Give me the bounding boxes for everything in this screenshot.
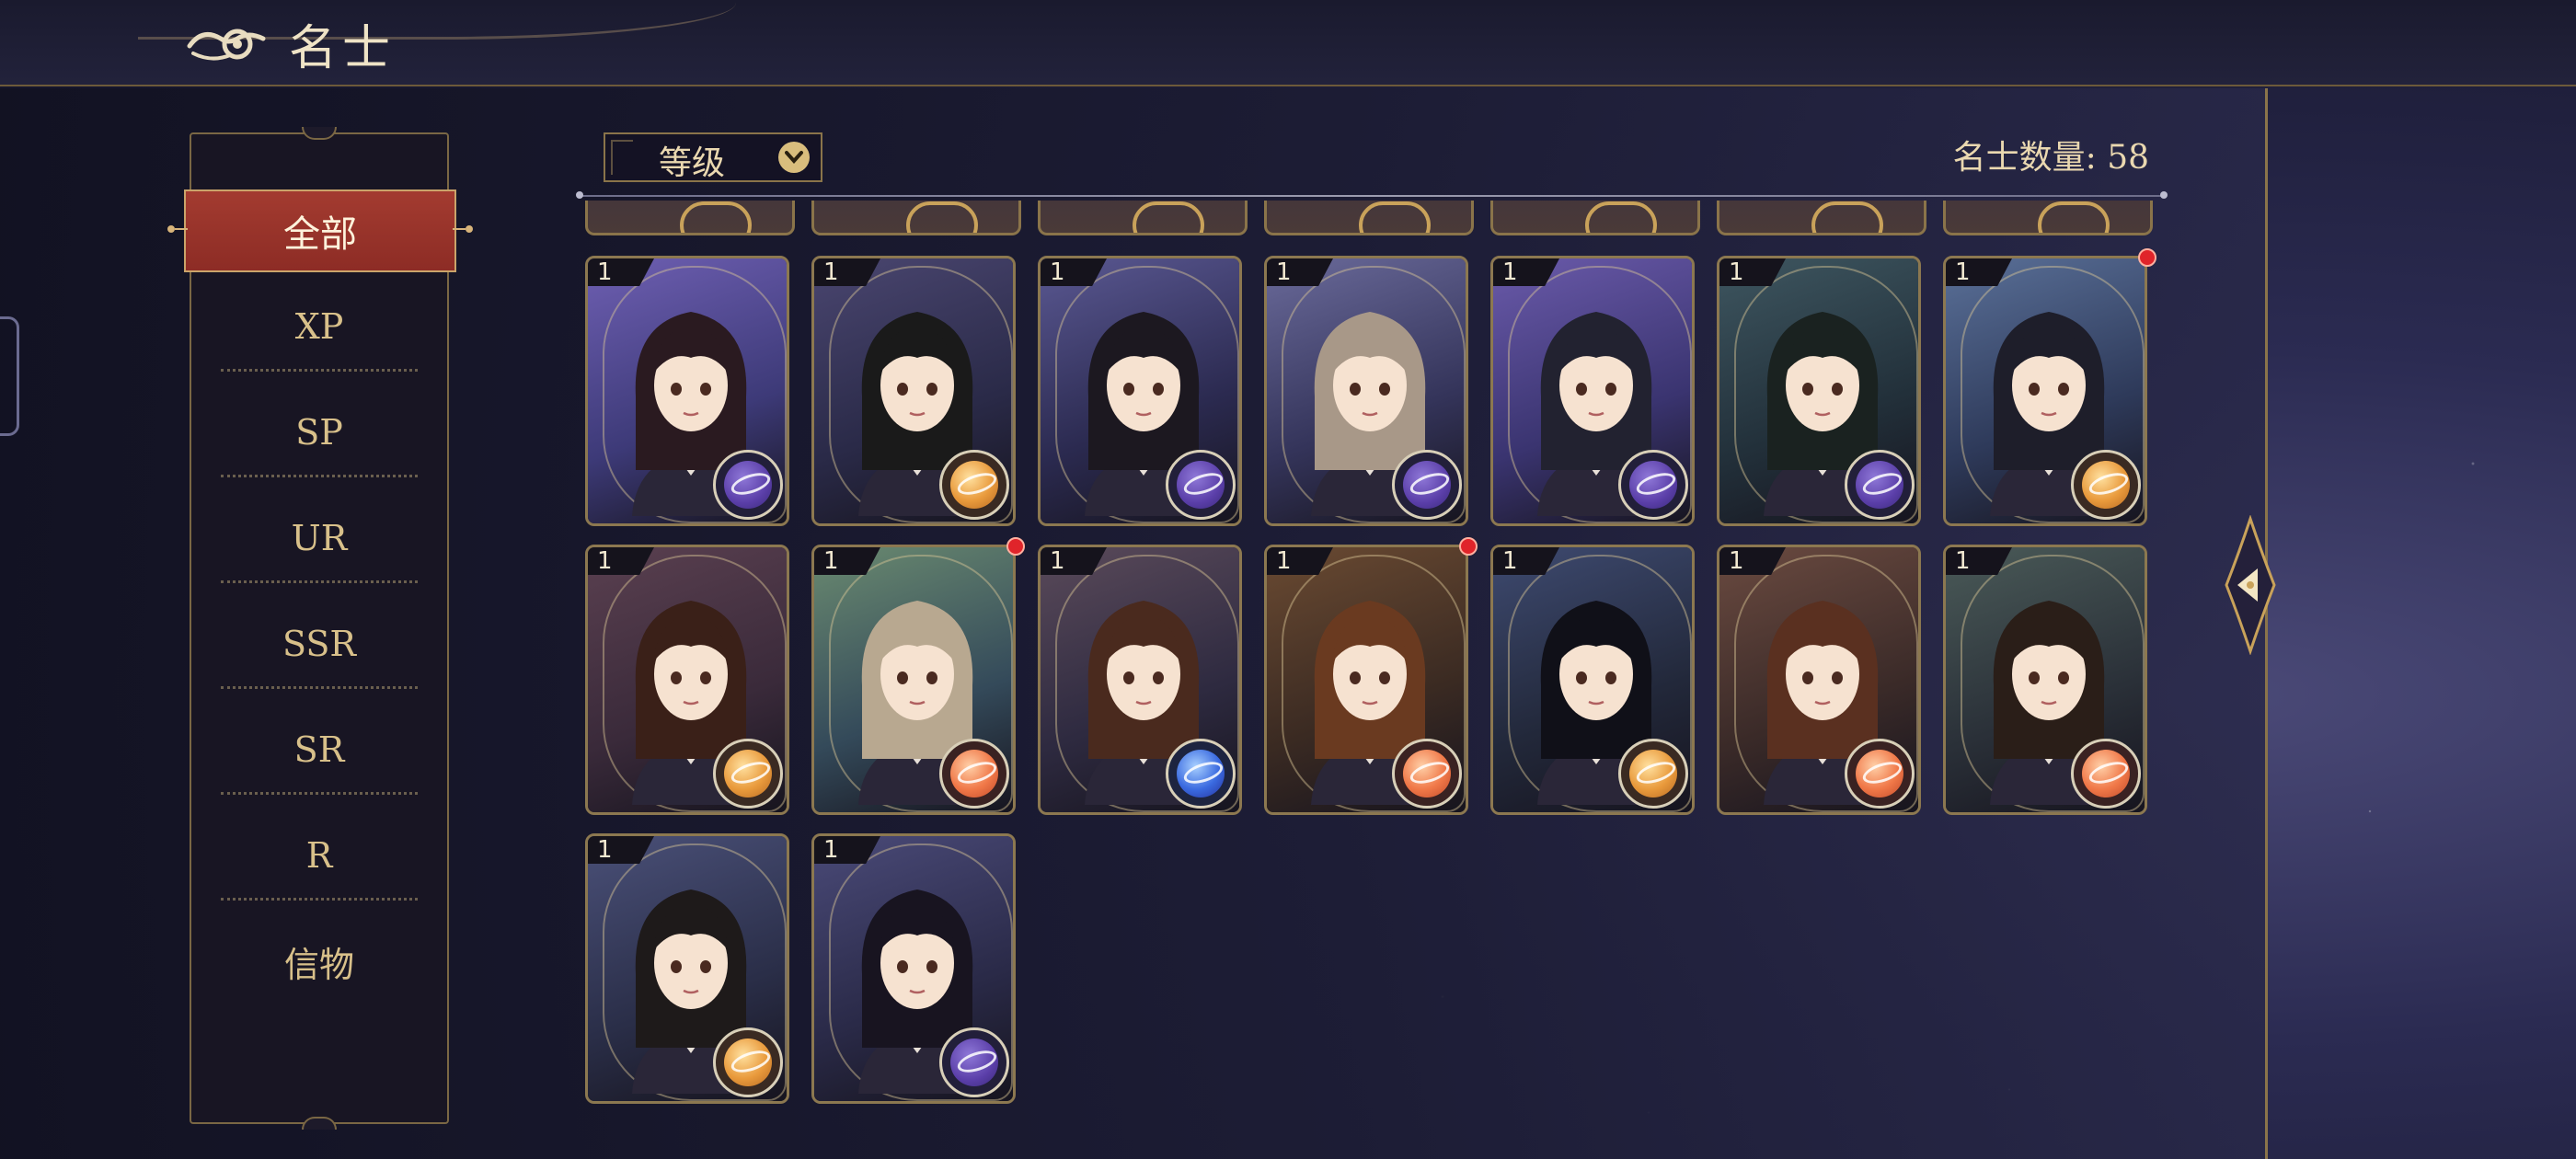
- category-label: UR: [291, 518, 348, 558]
- purple-planet-element-icon: [1845, 450, 1915, 520]
- partial-hero-card[interactable]: [1038, 201, 1248, 235]
- sort-dropdown[interactable]: 等级: [604, 132, 822, 182]
- category-tab-ssr[interactable]: SSR: [191, 593, 447, 694]
- purple-planet-element-icon: [1392, 450, 1462, 520]
- card-ring-decoration: [1811, 201, 1883, 233]
- category-label: SR: [293, 729, 345, 770]
- hero-card[interactable]: 1: [1943, 545, 2147, 815]
- divider: [221, 475, 418, 477]
- divider: [221, 580, 418, 583]
- card-ring-decoration: [1133, 201, 1204, 233]
- cloud-swirl-back-icon[interactable]: [184, 15, 272, 70]
- partial-hero-card[interactable]: [585, 201, 795, 235]
- partial-hero-card[interactable]: [1943, 201, 2153, 235]
- hero-card[interactable]: 1: [1717, 256, 1921, 526]
- notification-dot: [1459, 537, 1478, 556]
- hero-card[interactable]: 1: [1490, 545, 1695, 815]
- hero-card[interactable]: 1: [1490, 256, 1695, 526]
- divider: [221, 898, 418, 901]
- grid-top-divider: [576, 191, 2168, 199]
- category-tab-ur[interactable]: UR: [191, 488, 447, 589]
- card-ring-decoration: [2038, 201, 2110, 233]
- sort-label: 等级: [659, 144, 726, 182]
- category-label: 全部: [283, 213, 357, 256]
- hero-card[interactable]: 1: [1717, 545, 1921, 815]
- blue-planet-element-icon: [1166, 739, 1236, 809]
- red-planet-element-icon: [2071, 739, 2141, 809]
- top-header: 名士: [0, 0, 2576, 86]
- hero-card[interactable]: 1: [1943, 256, 2147, 526]
- red-planet-element-icon: [939, 739, 1009, 809]
- hero-card[interactable]: 1: [1264, 545, 1468, 815]
- hero-card[interactable]: 1: [585, 545, 789, 815]
- hero-card[interactable]: 1: [585, 833, 789, 1104]
- hero-count-label: 名士数量:: [1952, 139, 2097, 177]
- side-panel-toggle-arrow-icon[interactable]: [2221, 514, 2280, 656]
- category-label: R: [305, 835, 333, 876]
- partial-hero-card[interactable]: [1717, 201, 1926, 235]
- card-ring-decoration: [1359, 201, 1431, 233]
- purple-planet-element-icon: [1618, 450, 1688, 520]
- hero-count-value: 58: [2107, 139, 2149, 177]
- hero-card[interactable]: 1: [1038, 256, 1242, 526]
- purple-planet-element-icon: [1166, 450, 1236, 520]
- divider: [221, 686, 418, 689]
- category-tab-sr[interactable]: SR: [191, 699, 447, 800]
- hero-card[interactable]: 1: [1264, 256, 1468, 526]
- category-tab-xp[interactable]: XP: [191, 276, 447, 377]
- hero-card[interactable]: 1: [585, 256, 789, 526]
- category-tab-r[interactable]: R: [191, 805, 447, 906]
- category-sidebar: 全部 XP SP UR SSR SR R 信物: [167, 127, 473, 1130]
- gold-planet-element-icon: [713, 739, 783, 809]
- partial-hero-card[interactable]: [1264, 201, 1474, 235]
- chevron-down-icon: [778, 142, 810, 173]
- gold-planet-element-icon: [713, 1027, 783, 1097]
- card-ring-decoration: [1585, 201, 1657, 233]
- divider: [221, 369, 418, 372]
- gold-planet-element-icon: [2071, 450, 2141, 520]
- dropdown-decoration: [611, 140, 633, 175]
- category-label: 信物: [283, 944, 354, 985]
- notification-dot: [2138, 248, 2156, 267]
- red-planet-element-icon: [1845, 739, 1915, 809]
- hero-card[interactable]: 1: [811, 833, 1016, 1104]
- hero-card[interactable]: 1: [811, 545, 1016, 815]
- card-ring-decoration: [680, 201, 752, 233]
- game-screen: 名士 全部 XP SP UR SSR SR R 信物 等级 名士数量: 58 1…: [0, 0, 2576, 1159]
- partial-hero-card[interactable]: [811, 201, 1021, 235]
- hero-card[interactable]: 1: [1038, 545, 1242, 815]
- partial-hero-card[interactable]: [1490, 201, 1700, 235]
- hero-card[interactable]: 1: [811, 256, 1016, 526]
- category-label: SSR: [282, 624, 356, 664]
- card-ring-decoration: [906, 201, 978, 233]
- gold-planet-element-icon: [1618, 739, 1688, 809]
- purple-planet-element-icon: [713, 450, 783, 520]
- category-tab-sp[interactable]: SP: [191, 382, 447, 483]
- category-tab-all[interactable]: 全部: [167, 189, 473, 272]
- category-label: SP: [295, 412, 343, 453]
- tab-ornament: [167, 225, 175, 233]
- notification-dot: [1006, 537, 1025, 556]
- category-label: XP: [294, 306, 344, 347]
- category-tab-token[interactable]: 信物: [191, 911, 447, 1012]
- left-edge-decoration: [0, 316, 19, 436]
- hero-count: 名士数量: 58: [1886, 131, 2149, 178]
- purple-planet-element-icon: [939, 1027, 1009, 1097]
- red-planet-element-icon: [1392, 739, 1462, 809]
- gold-planet-element-icon: [939, 450, 1009, 520]
- page-title: 名士: [289, 21, 397, 76]
- tab-ornament: [466, 225, 473, 233]
- divider: [221, 792, 418, 795]
- hero-card-grid: 1111111111111111: [585, 201, 2158, 1111]
